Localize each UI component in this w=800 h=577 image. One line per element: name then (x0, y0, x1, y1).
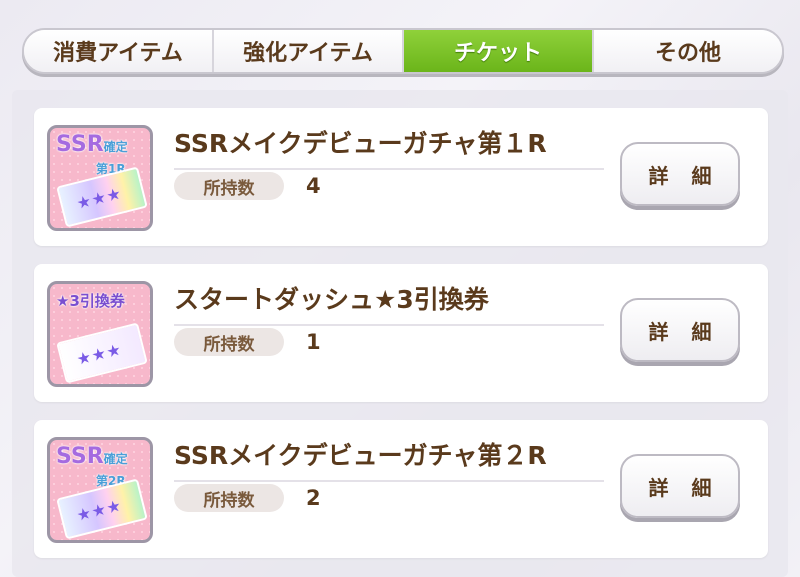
owned-count-value: 1 (306, 330, 321, 354)
item-title: SSRメイクデビューガチャ第１R (174, 124, 604, 170)
ticket-icon: ★3引換券 (47, 281, 153, 387)
ticket-icon: SSR確定 第2R (47, 437, 153, 543)
tab-other[interactable]: その他 (594, 30, 782, 72)
item-title: スタートダッシュ★3引換券 (174, 280, 604, 326)
ticket-graphic (56, 322, 148, 384)
list-item: SSR確定 第1R SSRメイクデビューガチャ第１R 所持数 4 詳 細 (34, 108, 768, 246)
tab-tickets[interactable]: チケット (404, 30, 594, 72)
detail-button[interactable]: 詳 細 (620, 298, 740, 362)
owned-count-label: 所持数 (174, 328, 284, 356)
item-title: SSRメイクデビューガチャ第２R (174, 436, 604, 482)
list-item: ★3引換券 スタートダッシュ★3引換券 所持数 1 詳 細 (34, 264, 768, 402)
owned-count-label: 所持数 (174, 484, 284, 512)
tab-enhancement-items[interactable]: 強化アイテム (214, 30, 404, 72)
owned-count-label: 所持数 (174, 172, 284, 200)
owned-count-value: 2 (306, 486, 321, 510)
thumb-confirmed-label: 確定 (103, 140, 128, 154)
thumb-confirmed-label: 確定 (103, 452, 128, 466)
thumb-exchange-label: ★3引換券 (56, 292, 125, 310)
ticket-icon: SSR確定 第1R (47, 125, 153, 231)
thumb-ssr-label: SSR (56, 132, 104, 157)
tab-consumables[interactable]: 消費アイテム (24, 30, 214, 72)
detail-button[interactable]: 詳 細 (620, 142, 740, 206)
detail-button[interactable]: 詳 細 (620, 454, 740, 518)
owned-count-value: 4 (306, 174, 321, 198)
list-item: SSR確定 第2R SSRメイクデビューガチャ第２R 所持数 2 詳 細 (34, 420, 768, 558)
thumb-ssr-label: SSR (56, 444, 104, 469)
category-tab-bar: 消費アイテム 強化アイテム チケット その他 (22, 28, 784, 74)
